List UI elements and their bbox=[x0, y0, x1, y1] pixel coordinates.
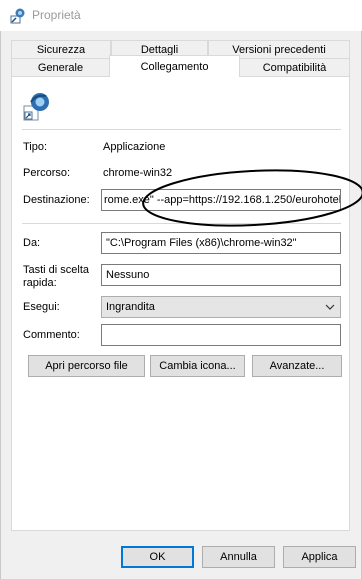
separator bbox=[22, 223, 341, 224]
separator bbox=[22, 129, 341, 130]
da-input[interactable]: "C:\Program Files (x86)\chrome-win32" bbox=[101, 232, 341, 254]
destinazione-input[interactable]: rome.exe" --app=https://192.168.1.250/eu… bbox=[101, 189, 341, 211]
tab-sicurezza[interactable]: Sicurezza bbox=[11, 40, 111, 58]
properties-shortcut-icon bbox=[10, 8, 25, 24]
tab-label: Generale bbox=[37, 62, 84, 74]
esegui-value: Ingrandita bbox=[106, 301, 155, 313]
button-label: OK bbox=[149, 551, 166, 563]
percorso-value: chrome-win32 bbox=[103, 167, 173, 179]
percorso-label: Percorso: bbox=[23, 167, 71, 179]
annulla-button[interactable]: Annulla bbox=[202, 546, 275, 568]
tab-label: Sicurezza bbox=[36, 44, 86, 56]
cambia-icona-button[interactable]: Cambia icona... bbox=[150, 355, 245, 377]
button-label: Avanzate... bbox=[269, 360, 325, 372]
tasti-label: Tasti di scelta rapida: bbox=[23, 264, 90, 289]
dialog-border-left bbox=[0, 31, 1, 579]
destinazione-value: rome.exe" --app=https://192.168.1.250/eu… bbox=[104, 194, 341, 206]
avanzate-button[interactable]: Avanzate... bbox=[252, 355, 342, 377]
da-value: "C:\Program Files (x86)\chrome-win32" bbox=[106, 237, 297, 249]
button-label: Applica bbox=[301, 551, 338, 563]
esegui-select[interactable]: Ingrandita bbox=[101, 296, 341, 318]
tab-generale[interactable]: Generale bbox=[11, 58, 110, 76]
da-label: Da: bbox=[23, 237, 41, 249]
tab-compatibilita[interactable]: Compatibilità bbox=[239, 58, 350, 76]
tasti-input[interactable]: Nessuno bbox=[101, 264, 341, 286]
commento-label: Commento: bbox=[23, 329, 80, 341]
shortcut-name-field[interactable] bbox=[77, 91, 244, 113]
button-label: Cambia icona... bbox=[159, 360, 236, 372]
button-label: Apri percorso file bbox=[45, 360, 128, 372]
tipo-value: Applicazione bbox=[103, 141, 166, 153]
title-bar: Proprietà bbox=[0, 0, 362, 31]
esegui-label: Esegui: bbox=[23, 301, 60, 313]
button-label: Annulla bbox=[220, 551, 257, 563]
tab-label: Versioni precedenti bbox=[232, 44, 326, 56]
tab-label: Collegamento bbox=[140, 61, 209, 73]
commento-input[interactable] bbox=[101, 324, 341, 346]
tipo-label: Tipo: bbox=[23, 141, 48, 153]
destinazione-label: Destinazione: bbox=[23, 194, 90, 206]
applica-button[interactable]: Applica bbox=[283, 546, 356, 568]
window-title: Proprietà bbox=[32, 8, 81, 22]
tab-collegamento[interactable]: Collegamento bbox=[109, 55, 240, 77]
chevron-down-icon bbox=[325, 304, 335, 310]
tab-label: Compatibilità bbox=[262, 62, 327, 74]
apri-percorso-file-button[interactable]: Apri percorso file bbox=[28, 355, 145, 377]
ok-button[interactable]: OK bbox=[121, 546, 194, 568]
tasti-value: Nessuno bbox=[106, 269, 150, 281]
chrome-shortcut-icon bbox=[23, 93, 49, 121]
